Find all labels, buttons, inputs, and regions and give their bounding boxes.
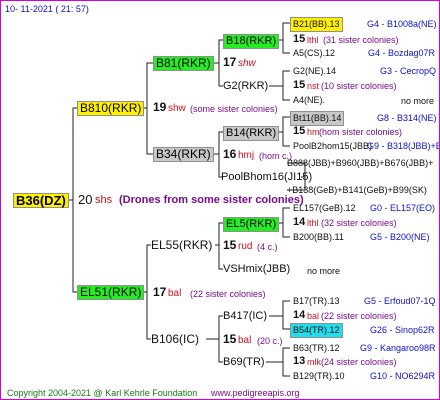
pedigree-frame: 10- 11-2021 ( 21: 57) B36(DZ) 20 shs (Dr…: [0, 0, 440, 400]
gen1-bottom-generation: 17: [153, 285, 167, 299]
gen1-top-label: B810(RKR): [77, 101, 145, 116]
gen1-bottom-note: (22 sister colonies): [190, 289, 266, 299]
gen4-bt11-id: G8 - B314(NE): [377, 113, 437, 123]
root-generation: 20: [78, 192, 93, 207]
gen4-poolb2-id: G9 - B318(JBB)+B88(JBB)+: [367, 141, 439, 151]
connector-b81: [213, 39, 223, 87]
gen4-b63-breeder: mlk: [307, 357, 321, 367]
gen4-b888-label: B888(JBB)+B960(JBB)+B676(JBB)+: [287, 158, 434, 168]
gen4-b21-note: (31 sister colonies): [323, 35, 399, 45]
gen3-poolbhom-label: PoolBhom16(JI15): [221, 171, 313, 183]
gen4-el157-generation: 14: [293, 216, 306, 228]
gen2-b106-note: (20 c.): [257, 336, 283, 346]
gen1-top-note: (some sister colonies): [190, 104, 278, 114]
gen2-b34-generation: 16: [223, 147, 237, 161]
gen4-b21-generation: 15: [293, 33, 306, 45]
connector-b106: [206, 315, 223, 363]
gen2-b106-breeder: bal: [238, 335, 252, 346]
connector-b417: [269, 300, 290, 330]
gen4-a5-id: G4 - Bozdag07R: [368, 48, 436, 58]
gen4-b17-generation: 14: [293, 309, 306, 321]
gen4-g2ne-generation: 15: [293, 79, 306, 91]
gen4-b200-label: B200(BB).11: [293, 232, 344, 242]
gen4-b129-id: G10 - NO6294R: [370, 371, 436, 381]
gen4-b54-id: G26 - Sinop62R: [370, 325, 435, 335]
gen4-bt11-note: (hom sister colonies): [319, 127, 403, 137]
gen4-el157-breeder: lthl: [307, 218, 319, 228]
gen4-el157-label: EL157(GeB).12: [293, 203, 356, 213]
gen4-g2ne-note: (10 sister colonies): [321, 81, 397, 91]
root-breeder: shs: [95, 194, 113, 206]
gen3-vshmix-label: VSHmix(JBB): [223, 263, 291, 275]
gen1-top-generation: 19: [153, 100, 167, 114]
footer-copyright: Copyright 2004-2021 @ Karl Kehrle Founda…: [7, 388, 198, 398]
gen4-b63-note: (24 sister colonies): [321, 357, 397, 367]
gen4-b63-generation: 13: [293, 355, 306, 367]
gen2-b81-breeder: shw: [238, 58, 256, 69]
gen3-vshmix-no-more: no more: [307, 266, 341, 276]
gen4-b54-label: B54(TR).12: [290, 323, 343, 338]
gen4-b200-id: G5 - B200(NE): [370, 232, 430, 242]
gen2-b106-label: B106(IC): [151, 332, 200, 346]
gen4-a5-label: A5(CS).12: [293, 48, 336, 58]
gen4-b63-id: G9 - Kangaroo98R: [360, 343, 436, 353]
gen1-bottom-label: EL51(RKR): [77, 285, 145, 300]
gen2-el55-label: EL55(RKR): [151, 238, 213, 252]
gen4-b138-label: +B138(GeB)+B141(GeB)+B99(SK): [287, 185, 427, 195]
gen4-poolb2-label: PoolB2hom15(JBB): [293, 141, 373, 151]
gen2-b106-generation: 15: [223, 332, 237, 346]
gen4-b129-label: B129(TR).10: [293, 371, 345, 381]
gen2-b81-label: B81(RKR): [153, 56, 214, 71]
gen4-bt11-breeder: hm: [307, 127, 320, 137]
gen3-b18-label: B18(RKR): [223, 34, 280, 49]
gen2-b34-breeder: hmj: [238, 150, 255, 161]
gen2-b34-label: B34(RKR): [153, 147, 214, 162]
gen3-b14-label: B14(RKR): [223, 126, 280, 141]
gen1-top-breeder: shw: [168, 103, 186, 114]
gen4-g2ne-label: G2(NE).14: [293, 66, 337, 76]
gen4-bt11-label: Bt11(BB).14: [290, 111, 345, 126]
gen3-el5-label: EL5(RKR): [223, 217, 280, 232]
gen4-b21-breeder: lthl: [307, 35, 319, 45]
gen4-b17-note: (22 sister colonies): [321, 311, 397, 321]
gen4-b63-label: B63(TR).12: [293, 343, 340, 353]
gen3-b417-label: B417(IC): [223, 310, 268, 322]
gen4-a4-label: A4(NE).: [293, 95, 326, 105]
gen3-b69-label: B69(TR): [223, 356, 265, 368]
gen4-el157-id: G0 - EL157(EO): [370, 203, 436, 213]
gen2-el55-note: (4 c.): [257, 242, 278, 252]
connector-b69: [266, 347, 290, 377]
connector-el55: [215, 222, 223, 270]
footer-website-link[interactable]: www.pedigreeapis.org: [211, 387, 300, 399]
gen4-b21-label: B21(BB).13: [290, 17, 343, 32]
gen2-el55-generation: 15: [223, 238, 237, 252]
connector-g2: [269, 70, 290, 101]
gen3-g2-label: G2(RKR): [223, 80, 269, 92]
gen4-b17-id: G5 - Erfoud07-1Q: [364, 296, 436, 306]
gen2-el55-breeder: rud: [238, 241, 253, 252]
gen4-a4-no-more: no more: [401, 96, 435, 106]
gen4-b17-label: B17(TR).13: [293, 296, 340, 306]
gen2-b81-generation: 17: [223, 55, 237, 69]
gen4-b17-breeder: bal: [307, 311, 320, 321]
date-stamp: 10- 11-2021 ( 21: 57): [5, 4, 89, 14]
gen4-g2ne-id: G3 - CecropQ: [380, 66, 437, 76]
gen4-bt11-generation: 15: [293, 125, 306, 137]
root-note: (Drones from some sister colonies): [119, 194, 304, 206]
gen4-el157-note: (32 sister colonies): [321, 218, 397, 228]
gen4-g2ne-breeder: nst: [307, 81, 320, 91]
root-queen-label: B36(DZ): [13, 193, 69, 208]
gen1-bottom-breeder: bal: [168, 288, 182, 299]
gen4-b21-id: G4 - B1008a(NE): [367, 19, 437, 29]
